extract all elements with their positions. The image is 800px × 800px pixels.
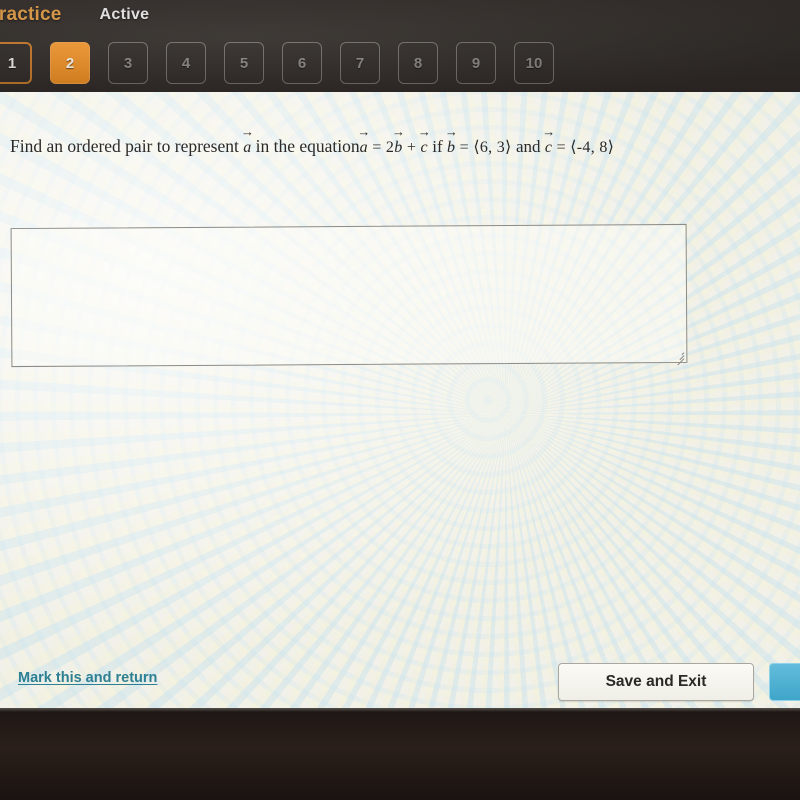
- resize-handle-icon[interactable]: [673, 350, 685, 366]
- given-c-value: ⟨-4, 8⟩: [570, 139, 615, 156]
- screenshot-root: Practice Active 1 2 3 4 5 6 7 8 9 10 Fin…: [0, 0, 800, 800]
- question-button-6[interactable]: 6: [282, 42, 322, 84]
- question-button-2[interactable]: 2: [50, 42, 90, 84]
- question-navigator: 1 2 3 4 5 6 7 8 9 10: [0, 42, 554, 84]
- question-mid: in the equation: [255, 136, 360, 156]
- question-button-4[interactable]: 4: [166, 42, 206, 84]
- question-button-5[interactable]: 5: [224, 42, 264, 84]
- question-button-7[interactable]: 7: [340, 42, 380, 84]
- given-b-vector: b: [447, 136, 455, 158]
- given-b: b = ⟨6, 3⟩: [447, 139, 512, 156]
- given-c: c = ⟨-4, 8⟩: [545, 139, 614, 156]
- answer-textarea[interactable]: [10, 223, 688, 368]
- desk-background: [0, 706, 800, 800]
- question-button-9[interactable]: 9: [456, 42, 496, 84]
- top-navigation-bar: Practice Active 1 2 3 4 5 6 7 8 9 10: [0, 0, 800, 94]
- equation: a = 2b + c: [360, 139, 428, 156]
- question-button-10[interactable]: 10: [514, 42, 554, 84]
- equation-vector-c: c: [421, 136, 428, 158]
- vector-a-symbol: a: [243, 136, 251, 158]
- question-button-1[interactable]: 1: [0, 42, 32, 84]
- save-and-exit-button[interactable]: Save and Exit: [558, 663, 754, 701]
- question-button-3[interactable]: 3: [108, 42, 148, 84]
- if-keyword: if: [432, 137, 443, 156]
- brand-title: Practice: [0, 4, 62, 25]
- question-text: Find an ordered pair to represent a in t…: [10, 136, 792, 158]
- content-sheet: Find an ordered pair to represent a in t…: [0, 92, 800, 708]
- equation-plus: +: [406, 139, 417, 156]
- equation-lhs-vector: a: [360, 136, 368, 158]
- status-badge: Active: [99, 6, 150, 23]
- screen-glare: [0, 92, 800, 708]
- mark-this-and-return-link[interactable]: Mark this and return: [18, 670, 157, 686]
- question-lead: Find an ordered pair to represent: [10, 136, 239, 156]
- given-b-equals: =: [459, 139, 469, 156]
- equation-equals: =: [372, 139, 382, 156]
- given-b-value: ⟨6, 3⟩: [473, 139, 512, 156]
- next-button[interactable]: [769, 663, 800, 701]
- moire-artifact: [0, 92, 800, 708]
- given-c-equals: =: [556, 139, 566, 156]
- and-keyword: and: [515, 137, 541, 156]
- equation-vector-b: b: [394, 136, 402, 158]
- brand-row: Practice Active: [0, 0, 149, 30]
- equation-coefficient: 2: [385, 139, 395, 156]
- question-button-8[interactable]: 8: [398, 42, 438, 84]
- given-c-vector: c: [545, 136, 552, 158]
